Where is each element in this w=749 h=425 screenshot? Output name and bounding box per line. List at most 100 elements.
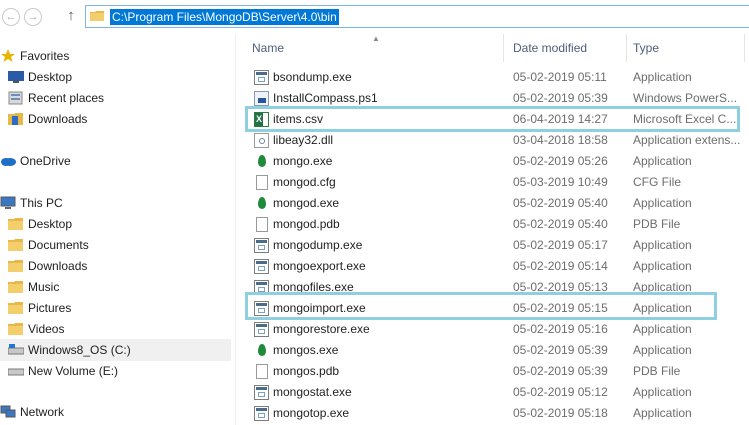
file-row[interactable]: mongotop.exe 05-02-2019 05:18 Application	[236, 403, 749, 424]
file-type: Windows PowerS...	[633, 91, 738, 105]
file-type: Microsoft Excel C...	[633, 112, 737, 126]
application-icon	[254, 259, 269, 274]
file-type: Application	[633, 154, 692, 168]
column-divider[interactable]	[626, 34, 627, 62]
file-row[interactable]: items.csv 06-04-2019 14:27 Microsoft Excel…	[236, 109, 749, 130]
file-type: Application extens...	[633, 133, 741, 147]
file-row[interactable]: mongod.cfg 05-03-2019 10:49 CFG File	[236, 172, 749, 193]
folder-icon	[8, 218, 23, 230]
application-icon	[254, 301, 269, 316]
file-date-modified: 05-02-2019 05:39	[513, 91, 608, 105]
sort-ascending-icon: ▲	[372, 34, 380, 43]
file-name: bsondump.exe	[273, 70, 352, 84]
file-type: CFG File	[633, 175, 681, 189]
onedrive-cloud-icon	[1, 158, 16, 166]
file-date-modified: 05-02-2019 05:12	[513, 385, 608, 399]
file-date-modified: 05-02-2019 05:16	[513, 322, 608, 336]
file-date-modified: 06-04-2019 14:27	[513, 112, 608, 126]
application-icon	[254, 280, 269, 295]
file-name: mongod.pdb	[273, 217, 340, 231]
file-name: mongo.exe	[273, 154, 333, 168]
file-name: InstallCompass.ps1	[273, 91, 378, 105]
back-button[interactable]: ←	[2, 8, 20, 26]
file-row[interactable]: mongos.pdb 05-02-2019 05:39 PDB File	[236, 361, 749, 382]
file-row[interactable]: mongo.exe 05-02-2019 05:26 Application	[236, 151, 749, 172]
file-row[interactable]: mongoexport.exe 05-02-2019 05:14 Applicati…	[236, 256, 749, 277]
file-row[interactable]: mongofiles.exe 05-02-2019 05:13 Applicatio…	[236, 277, 749, 298]
application-icon	[254, 70, 269, 85]
file-date-modified: 05-02-2019 05:13	[513, 280, 608, 294]
folder-icon	[8, 260, 23, 272]
document-file-icon	[256, 217, 268, 232]
file-row[interactable]: mongoimport.exe 05-02-2019 05:15 Applicati…	[236, 298, 749, 319]
forward-arrow-icon: →	[27, 11, 39, 23]
file-name: items.csv	[273, 112, 324, 126]
file-row[interactable]: InstallCompass.ps1 05-02-2019 05:39 Window…	[236, 88, 749, 109]
drive-icon	[8, 344, 24, 355]
drive-icon	[8, 368, 24, 376]
file-date-modified: 03-04-2018 18:58	[513, 133, 608, 147]
column-header-name[interactable]: Name	[252, 34, 284, 62]
column-divider[interactable]	[503, 34, 504, 62]
file-row[interactable]: mongos.exe 05-02-2019 05:39 Application	[236, 340, 749, 361]
folder-icon	[8, 281, 23, 293]
file-row[interactable]: bsondump.exe 05-02-2019 05:11 Application	[236, 67, 749, 88]
column-header-date[interactable]: Date modified	[513, 34, 587, 62]
column-divider[interactable]	[744, 34, 745, 62]
file-type: Application	[633, 196, 692, 210]
folder-icon	[90, 11, 104, 21]
file-type: Application	[633, 238, 692, 252]
network-icon	[0, 405, 16, 418]
file-type: Application	[633, 406, 692, 420]
forward-button[interactable]: →	[24, 8, 42, 26]
folder-icon	[8, 239, 23, 251]
file-row[interactable]: libeay32.dll 03-04-2018 18:58 Application …	[236, 130, 749, 151]
file-name: libeay32.dll	[273, 133, 334, 147]
file-date-modified: 05-02-2019 05:40	[513, 217, 608, 231]
powershell-script-icon	[254, 91, 269, 106]
file-date-modified: 05-02-2019 05:26	[513, 154, 608, 168]
file-date-modified: 05-02-2019 05:18	[513, 406, 608, 420]
file-type: Application	[633, 301, 692, 315]
toolbar: ← → ↑ C:\Program Files\MongoDB\Server\4.…	[0, 0, 749, 34]
back-arrow-icon: ←	[5, 11, 17, 23]
file-date-modified: 05-02-2019 05:11	[513, 70, 607, 84]
file-date-modified: 05-02-2019 05:14	[513, 259, 608, 273]
file-list: Name ▲ Date modified Type bsondump.exe 05…	[236, 34, 749, 425]
file-type: Application	[633, 280, 692, 294]
mongodb-leaf-icon	[258, 155, 266, 167]
file-name: mongoexport.exe	[273, 259, 366, 273]
file-name: mongodump.exe	[273, 238, 363, 252]
file-date-modified: 05-03-2019 10:49	[513, 175, 608, 189]
file-row[interactable]: mongodump.exe 05-02-2019 05:17 Application	[236, 235, 749, 256]
file-name: mongos.pdb	[273, 364, 340, 378]
up-button[interactable]: ↑	[62, 6, 80, 26]
document-file-icon	[256, 364, 268, 379]
file-name: mongotop.exe	[273, 406, 350, 420]
file-date-modified: 05-02-2019 05:15	[513, 301, 608, 315]
address-bar[interactable]: C:\Program Files\MongoDB\Server\4.0\bin	[85, 5, 749, 28]
column-header-type[interactable]: Type	[633, 34, 659, 62]
file-date-modified: 05-02-2019 05:17	[513, 238, 608, 252]
folder-icon	[8, 323, 23, 335]
nav-drive-c[interactable]: Windows8_OS (C:)	[0, 339, 231, 361]
mongodb-leaf-icon	[258, 197, 266, 209]
file-type: Application	[633, 259, 692, 273]
file-type: Application	[633, 322, 692, 336]
file-type: Application	[633, 70, 692, 84]
file-type: PDB File	[633, 217, 681, 231]
document-file-icon	[256, 175, 268, 190]
address-path[interactable]: C:\Program Files\MongoDB\Server\4.0\bin	[110, 9, 339, 25]
application-icon	[254, 238, 269, 253]
file-row[interactable]: mongostat.exe 05-02-2019 05:12 Application	[236, 382, 749, 403]
file-row[interactable]: mongorestore.exe 05-02-2019 05:16 Applicat…	[236, 319, 749, 340]
file-date-modified: 05-02-2019 05:40	[513, 196, 608, 210]
file-name: mongod.cfg	[273, 175, 336, 189]
file-date-modified: 05-02-2019 05:39	[513, 364, 608, 378]
file-name: mongostat.exe	[273, 385, 352, 399]
file-row[interactable]: mongod.exe 05-02-2019 05:40 Application	[236, 193, 749, 214]
folder-icon	[8, 302, 23, 314]
navigation-pane: Favorites Desktop Recent places Download…	[0, 34, 234, 425]
file-row[interactable]: mongod.pdb 05-02-2019 05:40 PDB File	[236, 214, 749, 235]
file-name: mongod.exe	[273, 196, 340, 210]
